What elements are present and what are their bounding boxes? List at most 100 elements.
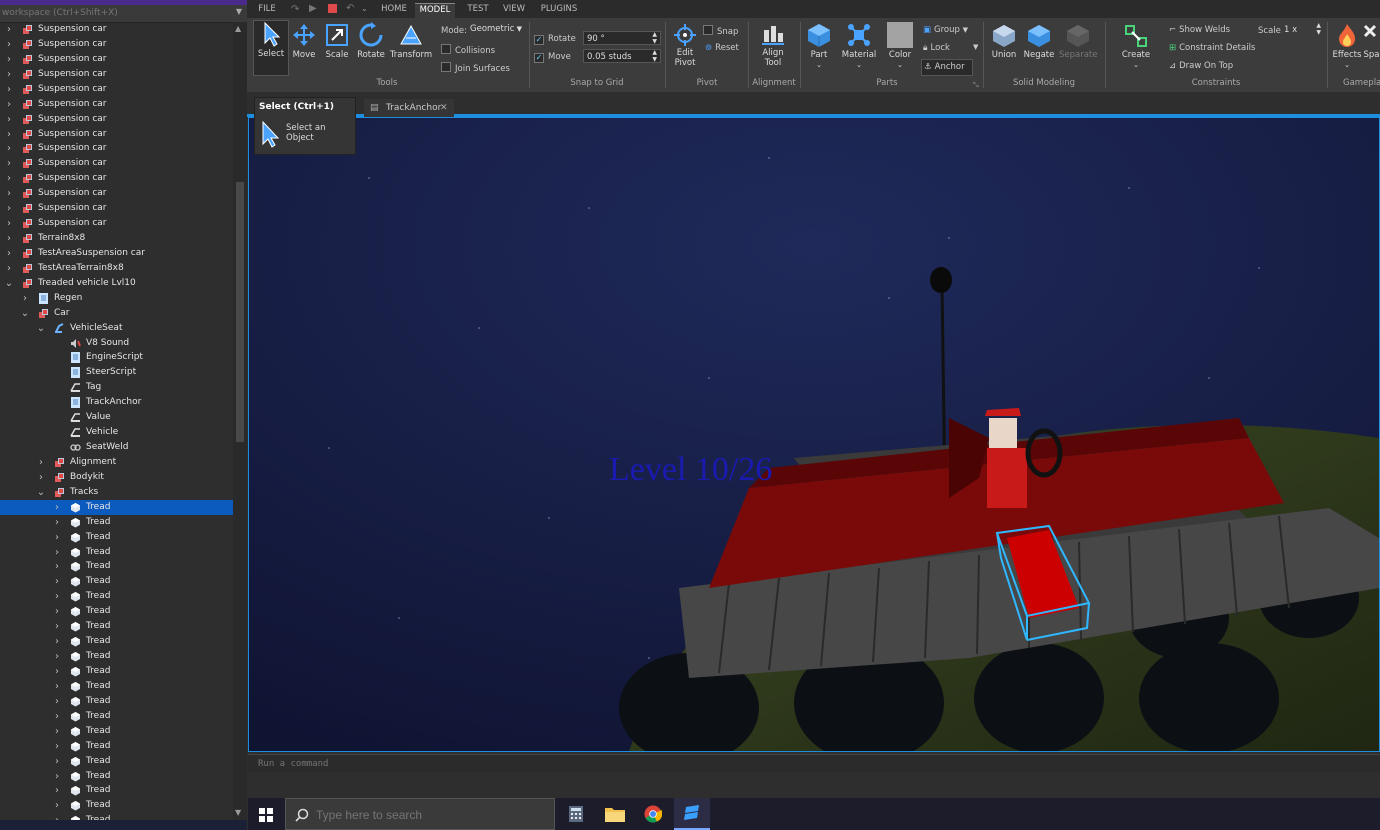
expand-arrow-icon[interactable]: › — [4, 141, 14, 156]
tree-row[interactable]: › Tread — [0, 813, 233, 820]
expand-arrow-icon[interactable]: › — [52, 813, 62, 820]
expand-arrow-icon[interactable]: › — [4, 67, 14, 82]
constraint-details-toggle[interactable]: ⊞ Constraint Details — [1169, 43, 1255, 53]
expand-arrow-icon[interactable]: › — [52, 754, 62, 769]
expand-arrow-icon[interactable]: › — [52, 589, 62, 604]
collapse-arrow-icon[interactable]: ⌄ — [4, 276, 14, 291]
expand-arrow-icon[interactable]: › — [52, 559, 62, 574]
expand-group-icon[interactable]: ⤡ — [973, 81, 979, 90]
rotate-button[interactable]: Rotate — [354, 22, 388, 60]
tree-row[interactable]: EngineScript — [0, 350, 233, 365]
transform-button[interactable]: Transform — [389, 22, 433, 60]
tree-row[interactable]: Vehicle — [0, 425, 233, 440]
expand-arrow-icon[interactable]: › — [52, 679, 62, 694]
material-button[interactable]: Material ⌄ — [840, 22, 878, 70]
expand-arrow-icon[interactable]: › — [52, 724, 62, 739]
expand-arrow-icon[interactable]: › — [4, 171, 14, 186]
tree-row[interactable]: › Tread — [0, 499, 233, 515]
tree-row[interactable]: › Suspension car — [0, 127, 233, 142]
spawn-button[interactable]: Spa — [1363, 22, 1380, 60]
tree-row[interactable]: › Tread — [0, 709, 233, 724]
expand-arrow-icon[interactable]: › — [52, 530, 62, 545]
tree-row[interactable]: ⌄ Car — [0, 306, 233, 321]
tab-trackanchor[interactable]: ▤ TrackAnchor ✕ — [364, 99, 454, 117]
tree-row[interactable]: SteerScript — [0, 365, 233, 380]
expand-arrow-icon[interactable]: › — [4, 82, 14, 97]
tab-home[interactable]: HOME — [377, 3, 411, 18]
expand-arrow-icon[interactable]: › — [52, 515, 62, 530]
tree-row[interactable]: › Tread — [0, 589, 233, 604]
tab-test[interactable]: TEST — [463, 3, 493, 18]
stepper-icon[interactable]: ▲ ▼ — [652, 49, 657, 63]
expand-arrow-icon[interactable]: › — [4, 97, 14, 112]
tree-row[interactable]: › Tread — [0, 769, 233, 784]
tree-row[interactable]: › Tread — [0, 664, 233, 679]
tree-row[interactable]: › Suspension car — [0, 216, 233, 231]
collapse-arrow-icon[interactable]: ⌄ — [36, 321, 46, 336]
tree-row[interactable]: ⌄ Tracks — [0, 485, 233, 500]
chevron-down-icon[interactable]: ▼ — [236, 7, 242, 16]
lock-button[interactable]: 🔒︎ Lock ▼ — [923, 43, 978, 53]
expand-arrow-icon[interactable]: › — [4, 216, 14, 231]
tree-row[interactable]: › Tread — [0, 754, 233, 769]
expand-arrow-icon[interactable]: › — [4, 112, 14, 127]
chrome-icon[interactable] — [644, 805, 662, 823]
collapse-arrow-icon[interactable]: ⌄ — [20, 306, 30, 321]
tab-file[interactable]: FILE — [255, 3, 279, 18]
stop-icon[interactable] — [328, 4, 337, 13]
join-surfaces-toggle[interactable]: Join Surfaces — [441, 62, 510, 74]
pivot-snap-checkbox[interactable] — [703, 25, 713, 35]
tab-model[interactable]: MODEL — [415, 3, 455, 19]
tree-row[interactable]: › Tread — [0, 619, 233, 634]
collisions-checkbox[interactable] — [441, 44, 451, 54]
expand-arrow-icon[interactable]: › — [4, 201, 14, 216]
tree-row[interactable]: ⌄ VehicleSeat — [0, 321, 233, 336]
tree-row[interactable]: Value — [0, 410, 233, 425]
tree-row[interactable]: › Suspension car — [0, 67, 233, 82]
tree-row[interactable]: › Suspension car — [0, 171, 233, 186]
expand-arrow-icon[interactable]: › — [36, 470, 46, 485]
move-snap-checkbox[interactable]: ✓ — [534, 53, 544, 63]
expand-arrow-icon[interactable]: › — [4, 231, 14, 246]
expand-arrow-icon[interactable]: › — [4, 246, 14, 261]
tree-row[interactable]: Tag — [0, 380, 233, 395]
scroll-down-icon[interactable]: ▼ — [235, 808, 241, 817]
tree-row[interactable]: › Tread — [0, 559, 233, 574]
union-button[interactable]: Union — [989, 22, 1019, 60]
tree-row[interactable]: › Tread — [0, 694, 233, 709]
expand-arrow-icon[interactable]: › — [52, 545, 62, 560]
tree-row[interactable]: › Tread — [0, 574, 233, 589]
expand-arrow-icon[interactable]: › — [4, 156, 14, 171]
group-button[interactable]: ▣ Group ▼ — [923, 25, 968, 35]
expand-arrow-icon[interactable]: › — [52, 798, 62, 813]
move-button[interactable]: Move — [289, 22, 319, 60]
expand-arrow-icon[interactable]: › — [52, 619, 62, 634]
anchor-button[interactable]: ⚓︎ Anchor — [921, 59, 973, 76]
create-constraint-button[interactable]: Create ⌄ — [1119, 24, 1153, 70]
expand-arrow-icon[interactable]: › — [4, 261, 14, 276]
tree-row[interactable]: › Alignment — [0, 455, 233, 470]
tree-row[interactable]: › Terrain8x8 — [0, 231, 233, 246]
tree-row[interactable]: › Tread — [0, 724, 233, 739]
expand-arrow-icon[interactable]: › — [52, 574, 62, 589]
expand-arrow-icon[interactable]: › — [4, 22, 14, 37]
3d-viewport[interactable]: Level 10/26 — [248, 117, 1380, 752]
rotate-snap-field[interactable]: 90 ° ▲ ▼ — [583, 31, 661, 45]
command-input[interactable] — [258, 757, 858, 771]
expand-arrow-icon[interactable]: › — [52, 783, 62, 798]
tab-plugins[interactable]: PLUGINS — [537, 3, 581, 18]
color-button[interactable]: Color ⌄ — [885, 22, 915, 70]
expand-arrow-icon[interactable]: › — [52, 649, 62, 664]
stepper-icon[interactable]: ▲ ▼ — [652, 31, 657, 45]
pivot-reset-button[interactable]: ⊚ Reset — [705, 43, 739, 53]
expand-arrow-icon[interactable]: › — [52, 709, 62, 724]
undo-icon[interactable]: ↶ — [346, 3, 354, 14]
tree-row[interactable]: › TestAreaSuspension car — [0, 246, 233, 261]
tree-row[interactable]: › Tread — [0, 604, 233, 619]
rotate-snap-checkbox[interactable]: ✓ — [534, 35, 544, 45]
explorer-filter-input[interactable] — [2, 6, 227, 20]
scrollbar-thumb[interactable] — [236, 182, 244, 442]
tree-row[interactable]: › Suspension car — [0, 141, 233, 156]
tree-row[interactable]: SeatWeld — [0, 440, 233, 455]
tree-row[interactable]: › Tread — [0, 798, 233, 813]
